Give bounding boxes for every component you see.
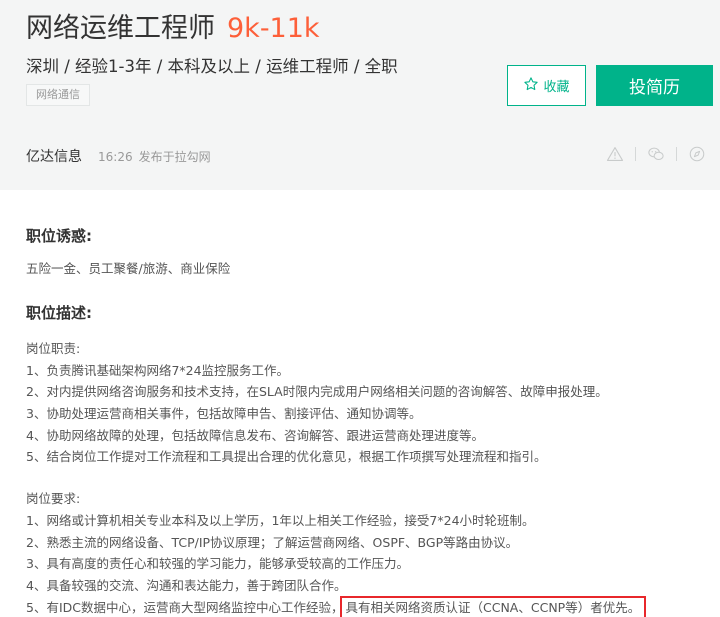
industry-tag[interactable]: 网络通信: [26, 84, 90, 106]
apply-button[interactable]: 投简历: [596, 65, 713, 106]
highlighted-requirement: 具有相关网络资质认证（CCNA、CCNP等）者优先。: [339, 595, 647, 617]
job-requirements-summary: 深圳 / 经验1-3年 / 本科及以上 / 运维工程师 / 全职: [26, 57, 398, 76]
list-item: 4、协助网络故障的处理，包括故障信息发布、咨询解答、跟进运营商处理进度等。: [26, 427, 484, 443]
list-item: 5、结合岗位工作提对工作流程和工具提出合理的优化意见，根据工作项撰写处理流程和指…: [26, 449, 547, 465]
star-icon: [523, 76, 539, 96]
wechat-icon[interactable]: [646, 144, 666, 164]
list-item: 3、协助处理运营商相关事件，包括故障申告、割接评估、通知协调等。: [26, 406, 422, 422]
list-item: 3、具有高度的责任心和较强的学习能力，能够承受较高的工作压力。: [26, 556, 409, 572]
publish-time: 16:26: [98, 150, 133, 164]
list-item: 2、熟悉主流的网络设备、TCP/IP协议原理；了解运营商网络、OSPF、BGP等…: [26, 534, 519, 550]
favorite-button[interactable]: 收藏: [507, 65, 586, 106]
job-detail: 职位诱惑: 五险一金、员工聚餐/旅游、商业保险 职位描述: 岗位职责: 1、负责…: [26, 225, 716, 617]
icon-divider: [676, 147, 677, 161]
perks-heading: 职位诱惑:: [26, 227, 92, 245]
description-heading: 职位描述:: [26, 304, 92, 322]
favorite-label: 收藏: [543, 80, 570, 95]
share-icons: [605, 144, 707, 164]
requirements-title: 岗位要求:: [26, 491, 81, 507]
requirement-5-prefix: 5、有IDC数据中心，运营商大型网络监控中心工作经验，: [26, 599, 344, 615]
warning-icon[interactable]: [605, 144, 625, 164]
icon-divider: [635, 147, 636, 161]
duties-title: 岗位职责:: [26, 341, 81, 356]
list-item: 5、有IDC数据中心，运营商大型网络监控中心工作经验， 具有相关网络资质认证（CC…: [26, 595, 716, 617]
job-header: 网络运维工程师 9k-11k 深圳 / 经验1-3年 / 本科及以上 / 运维工程…: [0, 0, 720, 190]
job-meta: 亿达信息 16:26 发布于拉勾网: [26, 146, 211, 166]
compass-icon[interactable]: [687, 144, 707, 164]
publish-source: 发布于拉勾网: [138, 150, 211, 164]
job-salary: 9k-11k: [227, 13, 320, 44]
job-title-text: 网络运维工程师: [26, 13, 215, 44]
list-item: 2、对内提供网络咨询服务和技术支持，在SLA时限内完成用户网络相关问题的咨询解答…: [26, 384, 608, 400]
job-description: 岗位职责: 1、负责腾讯基础架构网络7*24监控服务工作。 2、对内提供网络咨询…: [26, 338, 716, 617]
list-item: 1、负责腾讯基础架构网络7*24监控服务工作。: [26, 362, 290, 378]
perks-text: 五险一金、员工聚餐/旅游、商业保险: [26, 261, 231, 276]
company-name[interactable]: 亿达信息: [26, 146, 82, 166]
list-item: 4、具备较强的交流、沟通和表达能力，善于跨团队合作。: [26, 577, 347, 593]
job-title: 网络运维工程师 9k-11k: [26, 6, 320, 45]
list-item: 1、网络或计算机相关专业本科及以上学历，1年以上相关工作经验，接受7*24小时轮…: [26, 512, 535, 528]
